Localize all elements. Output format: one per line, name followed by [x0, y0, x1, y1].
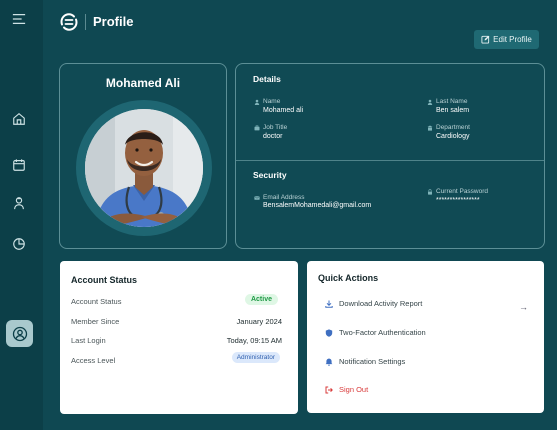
- avatar: [85, 109, 203, 227]
- lock-icon: [428, 188, 432, 195]
- department-label: Department: [427, 124, 470, 131]
- briefcase-icon: [254, 125, 260, 130]
- last-login-value: Today, 09:15 AM: [226, 336, 282, 345]
- download-icon: [325, 300, 333, 308]
- user-icon[interactable]: [6, 320, 33, 347]
- page-title: Profile: [93, 14, 134, 29]
- last-name-value: Ben salem: [436, 107, 470, 114]
- edit-profile-label: Edit Profile: [493, 35, 532, 44]
- two-factor-action[interactable]: Two-Factor Authentication: [325, 328, 426, 337]
- chart-icon[interactable]: [10, 235, 28, 253]
- sidebar: [0, 0, 43, 430]
- details-title: Details: [253, 74, 281, 84]
- details-card: Details Name Mohamed ali Last Name Ben s…: [235, 63, 545, 249]
- arrow-right-icon[interactable]: →: [519, 302, 528, 312]
- profile-name: Mohamed Ali: [105, 76, 181, 90]
- person-icon: [254, 99, 260, 105]
- avatar-ring: [76, 100, 212, 236]
- download-report-action[interactable]: Download Activity Report: [325, 299, 422, 308]
- home-icon[interactable]: [10, 110, 28, 128]
- quick-actions-title: Quick Actions: [318, 273, 379, 283]
- job-title-value: doctor: [263, 133, 283, 140]
- last-name-label: Last Name: [427, 98, 467, 105]
- email-value: BensalemMohamedali@gmail.com: [263, 202, 372, 209]
- edit-profile-button[interactable]: Edit Profile: [474, 30, 539, 49]
- calendar-icon[interactable]: [10, 156, 28, 174]
- security-title: Security: [253, 170, 287, 180]
- edit-icon: [481, 35, 490, 44]
- menu-icon[interactable]: [10, 10, 28, 28]
- account-status-title: Account Status: [71, 275, 138, 285]
- header-divider: [85, 14, 86, 30]
- person-icon: [427, 99, 433, 105]
- building-icon: [427, 125, 433, 131]
- shield-icon: [325, 328, 333, 337]
- profile-card: Mohamed Ali: [59, 63, 227, 249]
- member-since-label: Member Since: [71, 317, 120, 326]
- sign-out-icon: [325, 386, 333, 393]
- access-level-badge: Administrator: [231, 352, 280, 363]
- access-level-label: Access Level: [71, 356, 116, 365]
- notification-settings-action[interactable]: Notification Settings: [325, 357, 405, 366]
- mail-icon: [254, 195, 260, 200]
- account-status-label: Account Status: [71, 297, 122, 306]
- name-value: Mohamed ali: [263, 107, 304, 114]
- app-logo: [59, 12, 79, 32]
- department-value: Cardiology: [436, 133, 470, 140]
- status-badge: Active: [244, 294, 278, 305]
- quick-actions-card: Quick Actions Download Activity Report →…: [307, 261, 544, 413]
- job-title-label: Job Title: [254, 124, 287, 131]
- last-login-label: Last Login: [71, 336, 106, 345]
- password-value: ****************: [436, 197, 480, 204]
- account-status-card: Account Status Account Status Active Mem…: [60, 261, 298, 414]
- member-since-value: January 2024: [236, 317, 282, 326]
- bell-icon: [325, 358, 333, 366]
- details-divider: [236, 160, 544, 161]
- doctor-icon[interactable]: [10, 194, 28, 212]
- name-label: Name: [254, 98, 280, 105]
- email-label: Email Address: [254, 194, 305, 201]
- sign-out-action[interactable]: Sign Out: [325, 385, 368, 394]
- password-label: Current Password: [427, 188, 488, 195]
